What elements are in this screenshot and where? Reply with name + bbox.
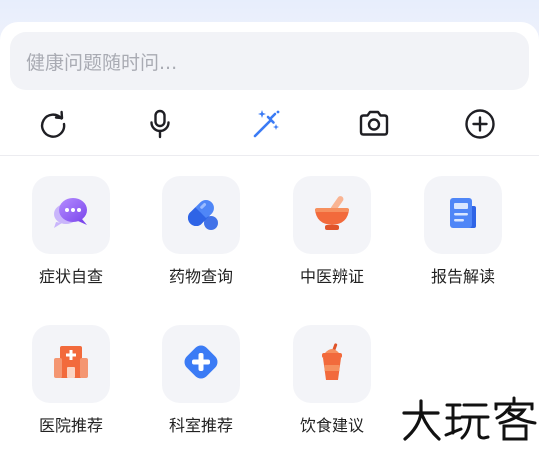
medical-cross-icon <box>180 341 222 387</box>
watermark-logo <box>400 393 539 449</box>
service-diet-advice[interactable]: 饮食建议 <box>277 325 387 445</box>
service-label: 饮食建议 <box>299 416 364 435</box>
refresh-button[interactable] <box>33 106 73 146</box>
service-label: 症状自查 <box>38 267 103 286</box>
service-icon-box <box>293 176 371 254</box>
magic-wand-icon <box>249 107 283 145</box>
search-placeholder: 健康问题随时问... <box>26 51 178 74</box>
service-report-interpretation[interactable]: 报告解读 <box>408 176 518 296</box>
service-icon-box <box>424 176 502 254</box>
refresh-icon <box>36 107 70 145</box>
hospital-icon <box>50 341 92 387</box>
microphone-icon <box>143 107 177 145</box>
service-label: 科室推荐 <box>168 416 233 435</box>
service-department-recommendation[interactable]: 科室推荐 <box>146 325 256 445</box>
service-symptom-check[interactable]: 症状自查 <box>16 176 126 296</box>
service-label: 医院推荐 <box>38 416 103 435</box>
chat-bubbles-icon <box>50 192 92 238</box>
service-label: 报告解读 <box>430 267 495 286</box>
service-icon-box <box>293 325 371 403</box>
assistant-panel: 健康问题随时问... 症状自查 药物查询 中医辨证 报告解读 医院推荐 科室推荐… <box>0 22 539 449</box>
service-icon-box <box>162 325 240 403</box>
service-tcm-diagnosis[interactable]: 中医辨证 <box>277 176 387 296</box>
add-circle-icon <box>463 107 497 145</box>
camera-button[interactable] <box>354 106 394 146</box>
magic-button[interactable] <box>246 106 286 146</box>
service-drug-query[interactable]: 药物查询 <box>146 176 256 296</box>
service-hospital-recommendation[interactable]: 医院推荐 <box>16 325 126 445</box>
drink-cup-icon <box>311 341 353 387</box>
voice-button[interactable] <box>140 106 180 146</box>
toolbar-divider <box>0 155 539 156</box>
input-toolbar <box>0 100 539 152</box>
service-icon-box <box>32 176 110 254</box>
mortar-bowl-icon <box>311 192 353 238</box>
add-button[interactable] <box>460 106 500 146</box>
service-label: 中医辨证 <box>299 267 364 286</box>
camera-icon <box>357 107 391 145</box>
service-label: 药物查询 <box>168 267 233 286</box>
service-icon-box <box>162 176 240 254</box>
service-icon-box <box>32 325 110 403</box>
search-input[interactable]: 健康问题随时问... <box>10 32 529 90</box>
report-document-icon <box>442 192 484 238</box>
capsule-icon <box>180 192 222 238</box>
